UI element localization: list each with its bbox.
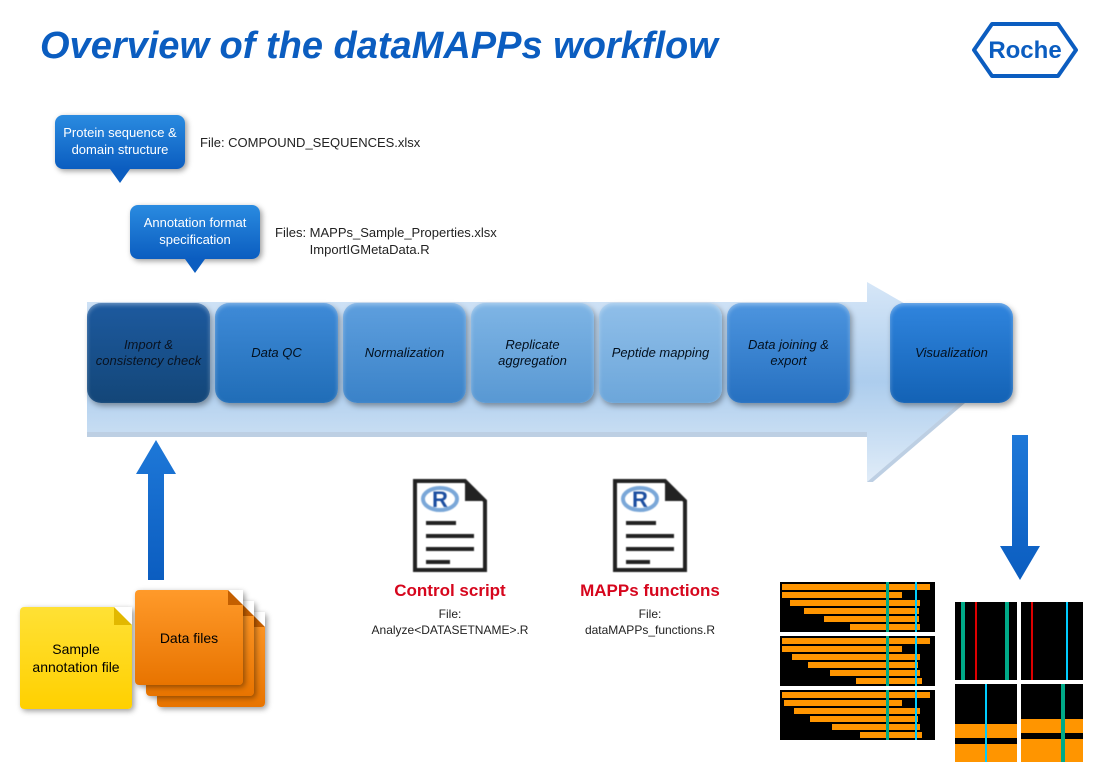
step-data-qc: Data QC [215,303,338,403]
step-import: Import & consistency check [87,303,210,403]
viz-bar-1 [955,602,1017,680]
file-label-annotation: Files: MAPPs_Sample_Properties.xlsx File… [275,225,497,259]
viz-heatmap-3 [780,690,935,740]
svg-text:R: R [632,487,648,512]
control-script-file: File: Analyze<DATASETNAME>.R [360,607,540,638]
viz-bar-3 [955,684,1017,762]
viz-bar-2 [1021,602,1083,680]
r-file-icon: R [610,478,690,573]
arrow-up-icon [136,440,176,580]
arrow-down-icon [1000,435,1040,580]
r-file-icon: R [410,478,490,573]
input-annotation-format: Annotation format specification [130,205,260,259]
data-files: Data files [135,590,265,710]
mapps-functions-block: R MAPPs functions File: dataMAPPs_functi… [560,478,740,639]
visualization-thumbnails [780,582,1083,762]
mapps-functions-file: File: dataMAPPs_functions.R [560,607,740,638]
step-peptide-mapping: Peptide mapping [599,303,722,403]
viz-bar-4 [1021,684,1083,762]
page-title: Overview of the dataMAPPs workflow [40,25,718,68]
step-replicate-agg: Replicate aggregation [471,303,594,403]
workflow-steps: Import & consistency check Data QC Norma… [87,303,1013,403]
input-protein-sequence: Protein sequence & domain structure [55,115,185,169]
sample-annotation-file: Sample annotation file [20,607,132,709]
step-data-joining: Data joining & export [727,303,850,403]
viz-heatmap-2 [780,636,935,686]
file-label-protein: File: COMPOUND_SEQUENCES.xlsx [200,135,420,152]
step-normalization: Normalization [343,303,466,403]
step-visualization: Visualization [890,303,1013,403]
roche-logo: Roche [970,20,1080,80]
mapps-functions-title: MAPPs functions [560,581,740,601]
svg-text:R: R [432,487,448,512]
viz-heatmap-1 [780,582,935,632]
control-script-block: R Control script File: Analyze<DATASETNA… [360,478,540,639]
control-script-title: Control script [360,581,540,601]
svg-text:Roche: Roche [988,37,1061,64]
